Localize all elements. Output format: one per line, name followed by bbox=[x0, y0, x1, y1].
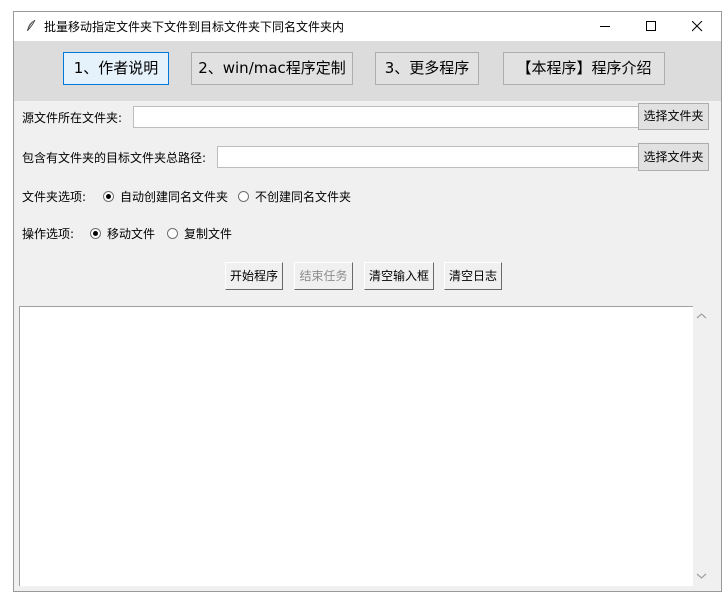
radio-checked-icon bbox=[103, 191, 114, 202]
custom-program-button[interactable]: 2、win/mac程序定制 bbox=[191, 52, 353, 85]
operation-option-copy[interactable]: 复制文件 bbox=[167, 225, 232, 242]
folder-option-no-create[interactable]: 不创建同名文件夹 bbox=[238, 188, 351, 205]
folder-option-auto-create[interactable]: 自动创建同名文件夹 bbox=[103, 188, 228, 205]
minimize-icon bbox=[600, 26, 610, 27]
radio-unchecked-icon bbox=[167, 228, 178, 239]
scroll-up-icon[interactable] bbox=[696, 312, 707, 320]
target-folder-input[interactable] bbox=[217, 146, 639, 168]
folder-option-no-create-label: 不创建同名文件夹 bbox=[255, 190, 352, 204]
maximize-icon bbox=[646, 21, 656, 31]
source-folder-label: 源文件所在文件夹: bbox=[22, 111, 123, 125]
radio-unchecked-icon bbox=[238, 191, 249, 202]
top-button-bar: 1、作者说明 2、win/mac程序定制 3、更多程序 【本程序】程序介绍 bbox=[14, 41, 721, 101]
operation-option-move-label: 移动文件 bbox=[107, 227, 156, 241]
operation-option-move[interactable]: 移动文件 bbox=[90, 225, 155, 242]
maximize-button[interactable] bbox=[629, 12, 675, 41]
operation-option-copy-label: 复制文件 bbox=[184, 227, 233, 241]
select-source-folder-button[interactable]: 选择文件夹 bbox=[638, 103, 709, 130]
close-button[interactable] bbox=[675, 12, 721, 41]
minimize-button[interactable] bbox=[583, 12, 629, 41]
author-info-button[interactable]: 1、作者说明 bbox=[63, 52, 169, 85]
start-button[interactable]: 开始程序 bbox=[225, 262, 283, 290]
folder-option-auto-create-label: 自动创建同名文件夹 bbox=[120, 190, 229, 204]
window-title: 批量移动指定文件夹下文件到目标文件夹下同名文件夹内 bbox=[44, 20, 345, 34]
target-folder-label: 包含有文件夹的目标文件夹总路径: bbox=[22, 151, 207, 165]
clear-inputs-button[interactable]: 清空输入框 bbox=[364, 262, 434, 290]
source-folder-input[interactable] bbox=[133, 106, 639, 128]
stop-task-button[interactable]: 结束任务 bbox=[294, 262, 353, 290]
main-window: 批量移动指定文件夹下文件到目标文件夹下同名文件夹内 1、作者说明 2、win/m… bbox=[13, 11, 722, 592]
select-target-folder-button[interactable]: 选择文件夹 bbox=[638, 143, 709, 171]
log-textarea[interactable] bbox=[19, 306, 693, 586]
radio-checked-icon bbox=[90, 228, 101, 239]
more-programs-button[interactable]: 3、更多程序 bbox=[375, 52, 479, 85]
folder-options-label: 文件夹选项: bbox=[22, 190, 87, 204]
scroll-down-icon[interactable] bbox=[696, 572, 707, 580]
operation-options-label: 操作选项: bbox=[22, 227, 75, 241]
program-intro-button[interactable]: 【本程序】程序介绍 bbox=[503, 52, 665, 85]
feather-icon bbox=[27, 19, 36, 31]
clear-log-button[interactable]: 清空日志 bbox=[444, 262, 502, 290]
log-scrollbar[interactable] bbox=[693, 306, 710, 586]
close-icon bbox=[692, 21, 703, 32]
title-bar: 批量移动指定文件夹下文件到目标文件夹下同名文件夹内 bbox=[14, 12, 721, 41]
